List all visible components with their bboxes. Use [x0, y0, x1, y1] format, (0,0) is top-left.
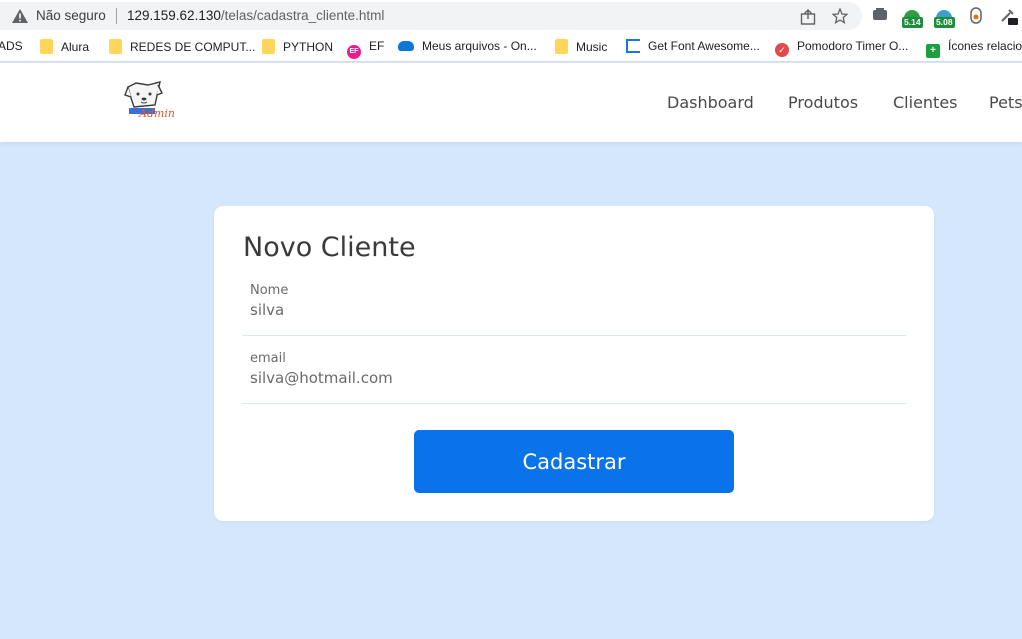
- new-client-card: Novo Cliente Nome email Cadastrar: [214, 206, 934, 521]
- share-icon[interactable]: [800, 9, 816, 25]
- extension-badge: 5.14: [902, 17, 923, 28]
- bookmark-redes[interactable]: REDES DE COMPUT...: [109, 39, 255, 55]
- eyedropper-extension-icon[interactable]: [998, 5, 1018, 25]
- extension-weather-icon[interactable]: 5.08: [934, 5, 955, 28]
- bookmark-label: Alura: [61, 40, 90, 54]
- dog-logo-icon[interactable]: Admin: [122, 79, 174, 125]
- name-label: Nome: [250, 283, 289, 298]
- warning-icon[interactable]: [12, 9, 28, 23]
- bookmark-onedrive[interactable]: Meus arquivos - On...: [398, 39, 537, 55]
- bookmark-ef[interactable]: EF EF: [347, 39, 385, 59]
- pomodoro-icon: ✓: [775, 43, 789, 57]
- bookmark-label: REDES DE COMPUT...: [130, 40, 256, 54]
- bookmark-label: Ícones relacio: [948, 39, 1022, 53]
- bookmark-music[interactable]: Music: [555, 39, 607, 55]
- extension-monitor-icon[interactable]: 5.14: [902, 5, 923, 28]
- nav-produtos[interactable]: Produtos: [788, 93, 858, 112]
- folder-icon: [555, 39, 568, 54]
- nav-pets[interactable]: Pets: [989, 93, 1022, 112]
- url-text[interactable]: 129.159.62.130/telas/cadastra_cliente.ht…: [127, 8, 384, 23]
- name-field: Nome: [242, 281, 906, 336]
- onedrive-icon: [398, 41, 414, 51]
- omnibox-divider: [116, 8, 117, 24]
- bookmark-python[interactable]: PYTHON: [262, 39, 333, 55]
- logo-text: Admin: [138, 107, 174, 120]
- email-input[interactable]: [250, 369, 890, 387]
- omnibox[interactable]: Não seguro 129.159.62.130/telas/cadastra…: [0, 2, 862, 30]
- folder-icon: [262, 39, 275, 54]
- email-label: email: [250, 351, 286, 366]
- flag-icon: [626, 39, 640, 53]
- bookmark-label: ADS: [0, 39, 23, 53]
- page-title: Novo Cliente: [243, 232, 416, 263]
- bookmark-label: Music: [576, 40, 608, 54]
- grid-icon: +: [926, 44, 940, 58]
- bookmark-label: EF: [369, 39, 385, 53]
- nav-clientes[interactable]: Clientes: [893, 93, 958, 112]
- bookmark-ads[interactable]: ADS: [0, 39, 23, 55]
- folder-icon: [40, 39, 53, 54]
- nav-dashboard[interactable]: Dashboard: [667, 93, 754, 112]
- bookmark-label: Get Font Awesome...: [648, 39, 760, 53]
- security-status[interactable]: Não seguro: [36, 8, 106, 23]
- bookmark-pomodoro[interactable]: ✓ Pomodoro Timer O...: [775, 39, 909, 57]
- url-path: /telas/cadastra_cliente.html: [220, 8, 385, 23]
- cadastrar-button[interactable]: Cadastrar: [414, 430, 734, 493]
- bookmark-label: Meus arquivos - On...: [422, 39, 537, 53]
- folder-icon: [109, 39, 122, 54]
- site-header: Admin Dashboard Produtos Clientes Pets: [0, 63, 1022, 142]
- bookmark-font-awesome[interactable]: Get Font Awesome...: [626, 39, 760, 55]
- url-host: 129.159.62.130: [127, 8, 221, 23]
- name-input[interactable]: [250, 301, 890, 319]
- ef-icon: EF: [347, 45, 361, 59]
- extension-badge: 5.08: [934, 17, 955, 28]
- bookmarks-bar: ADS Alura REDES DE COMPUT... PYTHON EF EF…: [0, 32, 1022, 62]
- bookmark-icones[interactable]: + Ícones relacio: [926, 39, 1022, 58]
- bookmark-alura[interactable]: Alura: [40, 39, 89, 55]
- browser-address-bar: Não seguro 129.159.62.130/telas/cadastra…: [0, 0, 1022, 32]
- toggle-extension-icon[interactable]: [966, 5, 986, 25]
- bookmark-label: PYTHON: [283, 40, 334, 54]
- email-field: email: [242, 349, 906, 404]
- bookmark-label: Pomodoro Timer O...: [797, 39, 909, 53]
- extension-icon[interactable]: [870, 5, 890, 25]
- bookmark-star-icon[interactable]: [832, 8, 848, 24]
